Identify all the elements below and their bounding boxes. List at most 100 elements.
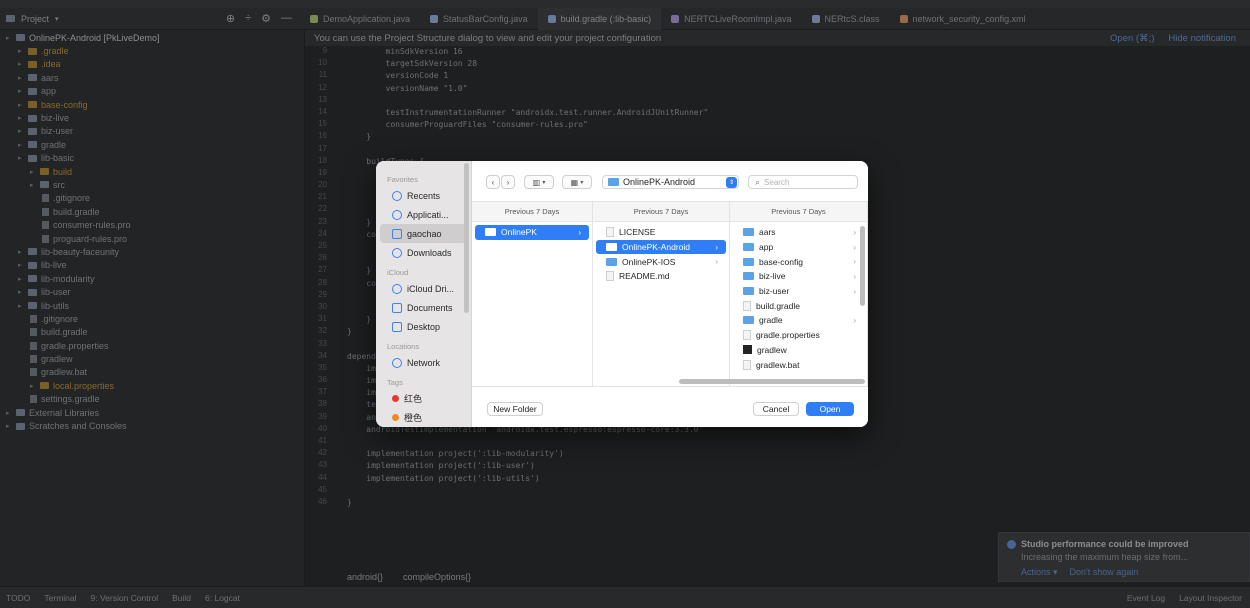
file-row[interactable]: OnlinePK-Android › [596,239,726,255]
tree-item[interactable]: ▸ lib-user [0,285,304,298]
chevron-right-icon[interactable]: ▸ [18,248,24,256]
group-button[interactable]: ▦ ▾ [562,175,592,189]
chevron-right-icon[interactable]: ▸ [30,382,36,390]
collapse-icon[interactable]: ÷ [245,12,251,25]
editor-tab[interactable]: NERTCLiveRoomImpl.java [661,8,801,30]
sidebar-item[interactable]: gaochao [380,224,467,243]
tree-item[interactable]: ▸ gradle [0,138,304,151]
tool-window-button[interactable]: 9: Version Control [91,593,159,603]
toast-actions-link[interactable]: Actions ▾ [1021,567,1058,578]
sidebar-item[interactable]: iCloud Dri... [380,279,467,298]
tree-item[interactable]: .gitignore [0,192,304,205]
chevron-right-icon[interactable]: ▸ [18,154,24,162]
tree-item[interactable]: proguard-rules.pro [0,232,304,245]
chevron-right-icon[interactable]: ▸ [18,141,24,149]
forward-button[interactable]: › [501,175,515,189]
tree-item[interactable]: ▸ lib-live [0,259,304,272]
locate-icon[interactable]: ⊕ [226,12,235,25]
file-row[interactable]: build.gradle [733,298,864,313]
chevron-down-icon[interactable]: ▾ [55,15,59,23]
tree-item[interactable]: ▸ lib-utils [0,299,304,312]
code-line[interactable]: testInstrumentationRunner "androidx.test… [347,107,709,119]
hide-icon[interactable]: — [281,12,292,25]
tree-item[interactable]: ▸ External Libraries [0,406,304,419]
code-line[interactable]: versionCode 1 [347,70,708,82]
code-line[interactable]: consumerProguardFiles "consumer-rules.pr… [347,119,708,131]
open-button[interactable]: Open [806,402,854,416]
code-line[interactable]: implementation project(':lib-user') [347,460,708,472]
file-row[interactable]: gradle › [733,313,864,328]
sidebar-tag[interactable]: 橙色 [380,408,467,427]
chevron-right-icon[interactable]: ▸ [18,60,24,68]
tree-item[interactable]: settings.gradle [0,393,304,406]
chevron-right-icon[interactable]: ▸ [18,302,24,310]
sidebar-scrollbar[interactable] [464,163,469,313]
view-mode-button[interactable]: ▥ ▾ [524,175,554,189]
tree-item[interactable]: ▸ Scratches and Consoles [0,419,304,432]
code-line[interactable]: versionName "1.0" [347,83,708,95]
file-row[interactable]: biz-live › [733,269,864,284]
editor-tab[interactable]: NERtcS.class [802,8,890,30]
tool-window-button[interactable]: TODO [6,593,30,603]
editor-tab[interactable]: StatusBarConfig.java [420,8,538,30]
chevron-right-icon[interactable]: ▸ [18,87,24,95]
location-popup[interactable]: OnlinePK-Android ⇕ [602,175,739,189]
tree-item[interactable]: ▸ biz-user [0,125,304,138]
sidebar-item[interactable]: Downloads [380,243,467,262]
code-line[interactable]: implementation project(':lib-modularity'… [347,448,708,460]
sidebar-item[interactable]: Recents [380,186,467,205]
tree-item[interactable]: ▸ .idea [0,58,304,71]
tree-item[interactable]: ▸ base-config [0,98,304,111]
sidebar-item[interactable]: Desktop [380,317,467,336]
file-row[interactable]: base-config › [733,254,864,269]
breadcrumb-item[interactable]: android{} [347,572,383,586]
tree-item[interactable]: ▸ .gradle [0,44,304,57]
sidebar-tag[interactable]: 红色 [380,389,467,408]
file-row[interactable]: OnlinePK-IOS › [596,254,726,269]
gear-icon[interactable]: ⚙ [261,12,271,25]
chevron-right-icon[interactable]: ▸ [18,261,24,269]
chevron-right-icon[interactable]: ▸ [18,114,24,122]
open-structure-link[interactable]: Open (⌘;) [1110,33,1154,44]
file-row[interactable]: gradlew [733,343,864,358]
code-line[interactable]: } [347,497,708,509]
tree-item[interactable]: ▸ aars [0,71,304,84]
tool-window-button[interactable]: 6: Logcat [205,593,240,603]
file-row[interactable]: aars › [733,225,864,240]
chevron-right-icon[interactable]: ▸ [18,101,24,109]
code-line[interactable]: minSdkVersion 16 [347,46,708,58]
tree-item[interactable]: build.gradle [0,205,304,218]
chevron-right-icon[interactable]: ▸ [18,47,24,55]
tree-item[interactable]: .gitignore [0,312,304,325]
project-pane-header[interactable]: Project ▾ ⊕ ÷ ⚙ — [0,12,300,25]
chevron-right-icon[interactable]: ▸ [18,288,24,296]
sidebar-item[interactable]: Network [380,353,467,372]
new-folder-button[interactable]: New Folder [487,402,543,416]
editor-tab[interactable]: build.gradle (:lib-basic) [537,7,662,30]
code-line[interactable] [347,436,708,448]
chevron-right-icon[interactable]: ▸ [18,74,24,82]
editor-tab[interactable]: DemoApplication.java [300,8,420,30]
chevron-right-icon[interactable]: ▸ [30,168,36,176]
cancel-button[interactable]: Cancel [753,402,799,416]
chevron-right-icon[interactable]: ▸ [6,409,12,417]
search-field[interactable]: ⌕ Search [748,175,858,189]
hide-notification-link[interactable]: Hide notification [1168,33,1236,44]
tree-item[interactable]: ▸ lib-beauty-faceunity [0,245,304,258]
file-row[interactable]: LICENSE [596,225,726,240]
tree-item[interactable]: ▸ src [0,178,304,191]
tree-item[interactable]: gradlew.bat [0,366,304,379]
toast-dont-show-link[interactable]: Don't show again [1070,567,1139,578]
code-line[interactable] [347,144,708,156]
tree-item[interactable]: gradle.properties [0,339,304,352]
code-line[interactable]: } [347,131,708,143]
chevron-right-icon[interactable]: ▸ [6,422,12,430]
tree-item[interactable]: gradlew [0,352,304,365]
tree-item[interactable]: ▸ app [0,85,304,98]
file-row[interactable]: app › [733,240,864,255]
tree-item[interactable]: ▸ lib-basic [0,152,304,165]
tool-window-button[interactable]: Event Log [1127,593,1165,603]
tree-item[interactable]: ▸ OnlinePK-Android [PkLiveDemo] [0,31,304,44]
chevron-right-icon[interactable]: ▸ [18,127,24,135]
chevron-right-icon[interactable]: ▸ [18,275,24,283]
